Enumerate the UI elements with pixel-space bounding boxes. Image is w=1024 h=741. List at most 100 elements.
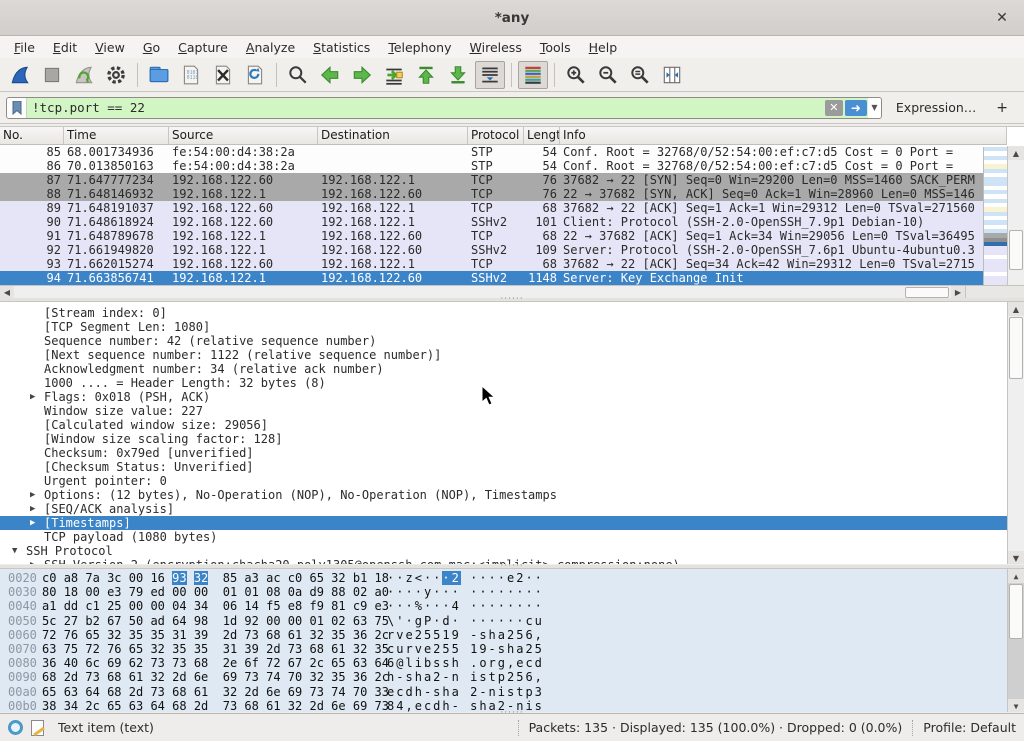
packet-row-91[interactable]: 9171.648789678192.168.122.1192.168.122.6… <box>0 229 983 243</box>
packet-row-89[interactable]: 8971.648191037192.168.122.60192.168.122.… <box>0 201 983 215</box>
column-header-source[interactable]: Source <box>169 127 318 144</box>
expression-button[interactable]: Expression… <box>882 100 986 115</box>
hex-vscrollbar[interactable]: ▲ ▼ <box>1007 569 1024 712</box>
menu-capture[interactable]: Capture <box>170 38 236 57</box>
hex-row-0050[interactable]: 00505c 27 b2 67 50 ad 64 98 1d 92 00 00 … <box>0 614 1024 628</box>
detail-line[interactable]: [Window size scaling factor: 128] <box>0 432 1007 446</box>
detail-line[interactable]: Urgent pointer: 0 <box>0 474 1007 488</box>
hex-row-0060[interactable]: 006072 76 65 32 35 35 31 39 2d 73 68 61 … <box>0 628 1024 642</box>
colorize-button[interactable] <box>518 61 548 89</box>
detail-line[interactable]: TCP payload (1080 bytes) <box>0 530 1007 544</box>
save-file-button[interactable]: 01010110 <box>176 61 206 89</box>
detail-line[interactable]: Acknowledgment number: 34 (relative ack … <box>0 362 1007 376</box>
filter-add-button[interactable]: + <box>986 100 1018 116</box>
detail-line[interactable]: [Checksum Status: Unverified] <box>0 460 1007 474</box>
packet-list-vscroll-thumb[interactable] <box>1009 230 1023 270</box>
column-header-info[interactable]: Info <box>560 127 1007 144</box>
menu-view[interactable]: View <box>87 38 133 57</box>
filter-apply-button[interactable]: ➜ <box>845 100 867 116</box>
menu-go[interactable]: Go <box>135 38 168 57</box>
capture-comment-icon[interactable] <box>31 720 44 736</box>
menu-edit[interactable]: Edit <box>45 38 85 57</box>
find-packet-button[interactable] <box>283 61 313 89</box>
menu-statistics[interactable]: Statistics <box>305 38 378 57</box>
display-filter-input[interactable]: !tcp.port == 22 ✕ ➜ ▼ <box>6 97 882 119</box>
hex-row-00a0[interactable]: 00a065 63 64 68 2d 73 68 61 32 2d 6e 69 … <box>0 685 1024 699</box>
detail-line[interactable]: Window size value: 227 <box>0 404 1007 418</box>
collapse-icon[interactable]: ▼ <box>12 544 17 558</box>
detail-line[interactable]: ▼SSH Protocol <box>0 544 1007 558</box>
zoom-in-button[interactable] <box>561 61 591 89</box>
close-icon[interactable]: ✕ <box>992 8 1012 28</box>
open-file-button[interactable] <box>144 61 174 89</box>
scroll-up-icon[interactable]: ▲ <box>1008 302 1024 316</box>
packet-row-87[interactable]: 8771.647777234192.168.122.60192.168.122.… <box>0 173 983 187</box>
expert-info-icon[interactable] <box>8 720 23 735</box>
filter-clear-button[interactable]: ✕ <box>825 100 843 116</box>
menu-tools[interactable]: Tools <box>532 38 579 57</box>
expand-icon[interactable]: ▶ <box>30 488 35 502</box>
column-header-destination[interactable]: Destination <box>318 127 468 144</box>
hex-row-0040[interactable]: 0040a1 dd c1 25 00 00 04 34 06 14 f5 e8 … <box>0 599 1024 613</box>
go-back-button[interactable] <box>315 61 345 89</box>
go-to-packet-button[interactable] <box>379 61 409 89</box>
expand-icon[interactable]: ▶ <box>30 502 35 516</box>
hex-row-0070[interactable]: 007063 75 72 76 65 32 35 35 31 39 2d 73 … <box>0 642 1024 656</box>
zoom-original-button[interactable] <box>625 61 655 89</box>
detail-line[interactable]: Checksum: 0x79ed [unverified] <box>0 446 1007 460</box>
detail-line[interactable]: Sequence number: 42 (relative sequence n… <box>0 334 1007 348</box>
column-header-protocol[interactable]: Protocol <box>468 127 524 144</box>
packet-row-90[interactable]: 9071.648618924192.168.122.60192.168.122.… <box>0 215 983 229</box>
detail-line[interactable]: [Stream index: 0] <box>0 306 1007 320</box>
stop-capture-button[interactable] <box>37 61 67 89</box>
scroll-up-icon[interactable]: ▲ <box>1008 569 1024 583</box>
filter-dropdown-caret[interactable]: ▼ <box>868 98 881 118</box>
detail-line[interactable]: [TCP Segment Len: 1080] <box>0 320 1007 334</box>
detail-line[interactable]: [Calculated window size: 29056] <box>0 418 1007 432</box>
hex-row-0090[interactable]: 009068 2d 73 68 61 32 2d 6e 69 73 74 70 … <box>0 670 1024 684</box>
packet-minimap[interactable] <box>983 147 1007 285</box>
packet-row-85[interactable]: 8568.001734936fe:54:00:d4:38:2aSTP54Conf… <box>0 145 983 159</box>
menu-telephony[interactable]: Telephony <box>380 38 459 57</box>
expand-icon[interactable]: ▶ <box>30 558 35 564</box>
menu-analyze[interactable]: Analyze <box>238 38 303 57</box>
hex-row-0030[interactable]: 003080 18 00 e3 79 ed 00 00 01 01 08 0a … <box>0 585 1024 599</box>
details-vscroll-thumb[interactable] <box>1009 317 1023 379</box>
reload-file-button[interactable] <box>240 61 270 89</box>
close-file-button[interactable] <box>208 61 238 89</box>
hex-row-0020[interactable]: 0020c0 a8 7a 3c 00 16 93 32 85 a3 ac c0 … <box>0 571 1024 585</box>
go-last-button[interactable] <box>443 61 473 89</box>
filter-bookmark-button[interactable] <box>7 98 27 118</box>
detail-line[interactable]: 1000 .... = Header Length: 32 bytes (8) <box>0 376 1007 390</box>
scroll-down-icon[interactable]: ▼ <box>1008 699 1024 712</box>
packet-row-86[interactable]: 8670.013850163fe:54:00:d4:38:2aSTP54Conf… <box>0 159 983 173</box>
hex-row-0080[interactable]: 008036 40 6c 69 62 73 73 68 2e 6f 72 67 … <box>0 656 1024 670</box>
column-header-length[interactable]: Length <box>524 127 560 144</box>
packet-row-93[interactable]: 9371.662015274192.168.122.60192.168.122.… <box>0 257 983 271</box>
expand-icon[interactable]: ▶ <box>30 390 35 404</box>
detail-line[interactable]: ▶Flags: 0x018 (PSH, ACK) <box>0 390 1007 404</box>
column-header-time[interactable]: Time <box>64 127 169 144</box>
go-first-button[interactable] <box>411 61 441 89</box>
start-capture-button[interactable] <box>5 61 35 89</box>
hex-vscroll-thumb[interactable] <box>1009 584 1023 639</box>
scroll-down-icon[interactable]: ▼ <box>1008 551 1024 564</box>
menu-help[interactable]: Help <box>581 38 626 57</box>
menu-wireless[interactable]: Wireless <box>462 38 530 57</box>
menu-file[interactable]: File <box>6 38 43 57</box>
filter-text[interactable]: !tcp.port == 22 <box>27 98 824 118</box>
expand-icon[interactable]: ▶ <box>30 516 35 530</box>
resize-columns-button[interactable] <box>657 61 687 89</box>
status-profile[interactable]: Profile: Default <box>923 720 1016 735</box>
go-forward-button[interactable] <box>347 61 377 89</box>
detail-line[interactable]: ▶[SEQ/ACK analysis] <box>0 502 1007 516</box>
zoom-out-button[interactable] <box>593 61 623 89</box>
column-header-no[interactable]: No. <box>0 127 64 144</box>
restart-capture-button[interactable] <box>69 61 99 89</box>
details-vscrollbar[interactable]: ▲ ▼ <box>1007 302 1024 564</box>
packet-list-vscrollbar[interactable]: ▲ ▼ <box>1007 146 1024 299</box>
packet-list-hscrollbar[interactable]: ◀ ▶ <box>0 285 965 299</box>
detail-line[interactable]: [Next sequence number: 1122 (relative se… <box>0 348 1007 362</box>
packet-row-94[interactable]: 9471.663856741192.168.122.1192.168.122.6… <box>0 271 983 285</box>
detail-line[interactable]: ▶[Timestamps] <box>0 516 1007 530</box>
